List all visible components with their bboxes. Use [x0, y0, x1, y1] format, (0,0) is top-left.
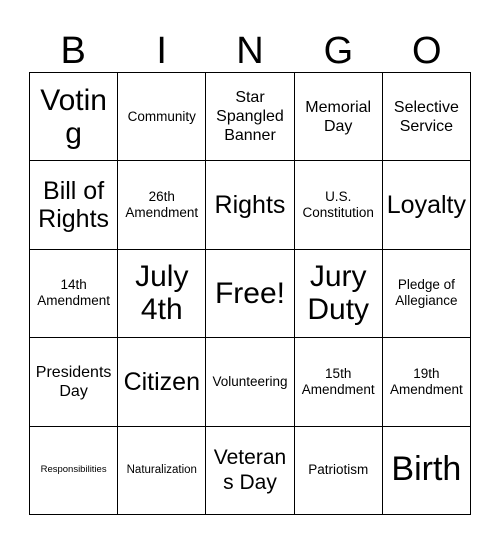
bingo-cell-label: Community: [127, 108, 196, 124]
bingo-header-letter-o: O: [383, 16, 471, 72]
bingo-cell-label: Volunteering: [212, 373, 288, 389]
bingo-cell-label: Citizen: [123, 367, 200, 396]
bingo-cell-label: July 4th: [135, 260, 189, 327]
bingo-cell[interactable]: Veterans Day: [206, 426, 295, 515]
bingo-cell-label: Loyalty: [386, 191, 466, 220]
bingo-cell[interactable]: Birth: [382, 426, 471, 515]
bingo-cell-label: Pledge of Allegiance: [395, 277, 458, 309]
bingo-cell[interactable]: Citizen: [118, 338, 207, 427]
bingo-cell-label: Voting: [40, 83, 107, 150]
bingo-cell[interactable]: Selective Service: [382, 73, 471, 162]
bingo-cell[interactable]: 15th Amendment: [294, 338, 383, 427]
bingo-header-letter-i: I: [117, 16, 205, 72]
bingo-cell-label: 15th Amendment: [301, 365, 375, 397]
bingo-cell[interactable]: July 4th: [118, 249, 207, 339]
bingo-header-row: B I N G O: [29, 16, 471, 72]
bingo-cell[interactable]: U.S. Constitution: [294, 161, 383, 250]
bingo-cell-label: 14th Amendment: [37, 277, 110, 309]
bingo-cell[interactable]: 19th Amendment: [382, 338, 471, 427]
header-letter-text: G: [323, 30, 354, 72]
bingo-cell-free-space[interactable]: Free!: [206, 249, 295, 339]
bingo-cell[interactable]: Pledge of Allegiance: [382, 249, 471, 339]
bingo-cell-label: 26th Amendment: [125, 188, 199, 221]
bingo-cell[interactable]: Presidents Day: [30, 338, 119, 427]
bingo-cell-label: U.S. Constitution: [302, 188, 374, 221]
header-letter-text: B: [60, 30, 86, 72]
bingo-cell-label: Star Spangled Banner: [216, 88, 284, 145]
header-letter-text: O: [412, 30, 442, 72]
bingo-cell[interactable]: Bill of Rights: [30, 161, 119, 250]
bingo-cell-label: Veterans Day: [213, 446, 287, 495]
bingo-cell-label: 19th Amendment: [389, 365, 463, 397]
bingo-grid: Voting Community Star Spangled Banner Me…: [29, 72, 471, 515]
bingo-cell-label: Responsibilities: [40, 463, 107, 475]
bingo-cell-label: Free!: [214, 276, 285, 310]
bingo-cell-label: Selective Service: [393, 98, 459, 135]
bingo-cell[interactable]: Naturalization: [118, 426, 207, 515]
bingo-cell-label: Rights: [214, 191, 286, 220]
bingo-cell[interactable]: Rights: [206, 161, 295, 250]
bingo-cell[interactable]: Patriotism: [294, 426, 383, 515]
bingo-cell[interactable]: Community: [118, 73, 207, 162]
bingo-header-letter-b: B: [29, 16, 117, 72]
bingo-cell[interactable]: Volunteering: [206, 338, 295, 427]
bingo-cell[interactable]: 14th Amendment: [30, 249, 119, 339]
bingo-cell-label: Patriotism: [308, 462, 369, 478]
bingo-cell-label: Naturalization: [126, 463, 197, 476]
header-letter-text: N: [236, 30, 264, 72]
bingo-cell[interactable]: Memorial Day: [294, 73, 383, 162]
bingo-cell[interactable]: Jury Duty: [294, 249, 383, 339]
bingo-cell[interactable]: Responsibilities: [30, 426, 119, 515]
bingo-cell-label: Presidents Day: [35, 363, 112, 400]
header-letter-text: I: [156, 30, 167, 72]
bingo-card: B I N G O Voting Community Star Spangled…: [0, 0, 500, 544]
bingo-header-letter-g: G: [294, 16, 382, 72]
bingo-cell-label: Bill of Rights: [38, 177, 110, 234]
bingo-cell[interactable]: Loyalty: [382, 161, 471, 250]
bingo-cell[interactable]: 26th Amendment: [118, 161, 207, 250]
bingo-cell[interactable]: Star Spangled Banner: [206, 73, 295, 162]
bingo-cell[interactable]: Voting: [30, 73, 119, 162]
bingo-cell-label: Birth: [391, 450, 462, 489]
bingo-cell-label: Jury Duty: [307, 260, 370, 327]
bingo-cell-label: Memorial Day: [305, 98, 372, 135]
bingo-header-letter-n: N: [206, 16, 294, 72]
